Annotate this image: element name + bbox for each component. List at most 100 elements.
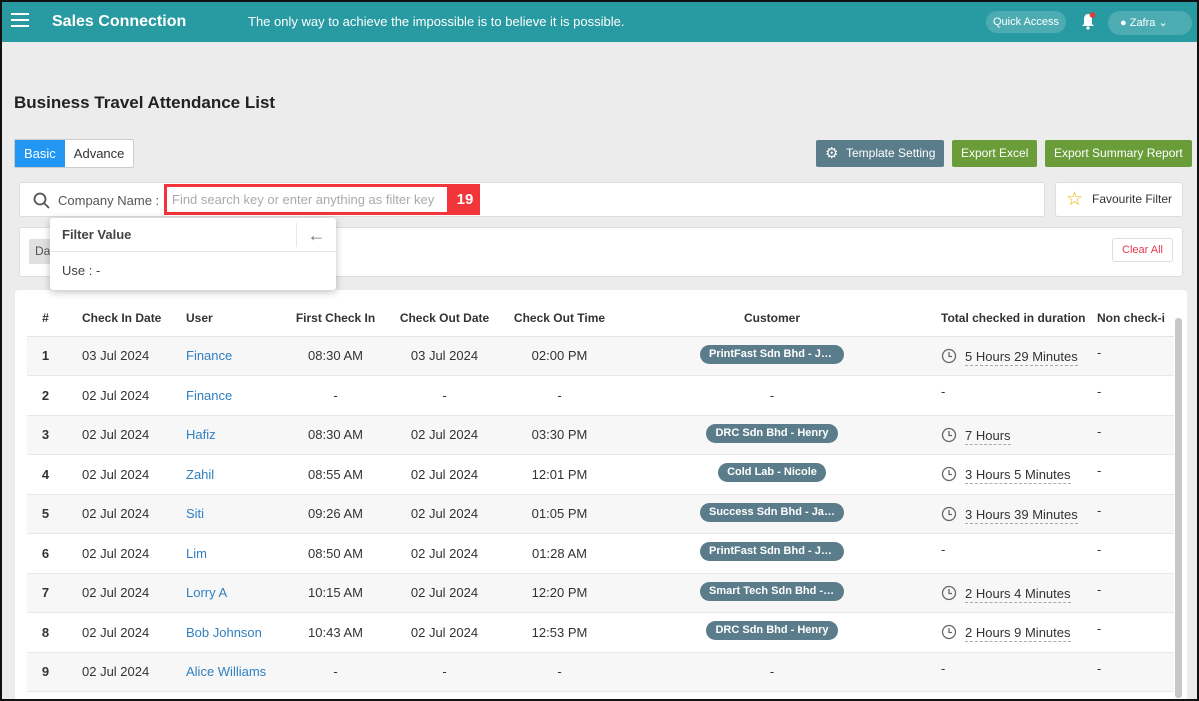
user-link[interactable]: Alice Williams bbox=[186, 664, 266, 679]
cell-value: 08:30 AM bbox=[308, 427, 363, 443]
cell-2: Alice Williams bbox=[174, 652, 284, 692]
cell-value: 02 Jul 2024 bbox=[410, 545, 479, 561]
cell-value: 2 bbox=[41, 387, 50, 403]
column-header[interactable]: Check Out Date bbox=[387, 300, 502, 337]
cell-6: Success Sdn Bhd - Jam... bbox=[617, 494, 927, 534]
column-header[interactable]: Non check-i bbox=[1092, 300, 1174, 337]
cell-8: - bbox=[1092, 612, 1174, 653]
cell-7: 5 Hours 29 Minutes bbox=[927, 336, 1092, 376]
template-setting-button[interactable]: ⚙ Template Setting bbox=[816, 140, 945, 167]
arrow-left-icon[interactable]: ← bbox=[296, 223, 336, 247]
table-row[interactable]: 2 02 Jul 2024 Finance - - - - - - bbox=[27, 375, 1174, 416]
table-row[interactable]: 4 02 Jul 2024 Zahil 08:55 AM 02 Jul 2024 12:0… bbox=[27, 454, 1174, 495]
cell-value: 08:50 AM bbox=[308, 545, 363, 561]
customer-badge: PrintFast Sdn Bhd - Joh... bbox=[700, 344, 844, 364]
app-title[interactable]: Sales Connection bbox=[52, 13, 186, 31]
cell-8: - bbox=[1092, 375, 1174, 416]
cell-7: 3 Hours 39 Minutes bbox=[927, 494, 1092, 534]
table-row[interactable]: 6 02 Jul 2024 Lim 08:50 AM 02 Jul 2024 01:28 … bbox=[27, 533, 1174, 574]
user-link[interactable]: Hafiz bbox=[186, 427, 216, 442]
cell-4: 02 Jul 2024 bbox=[387, 415, 502, 455]
cell-2: Bob Johnson bbox=[174, 612, 284, 653]
cell-6: Smart Tech Sdn Bhd - J... bbox=[617, 573, 927, 613]
table-row[interactable]: 8 02 Jul 2024 Bob Johnson 10:43 AM 02 Jul 20… bbox=[27, 612, 1174, 653]
column-header[interactable]: Total checked in duration bbox=[927, 300, 1092, 337]
cell-value: 02 Jul 2024 bbox=[410, 506, 479, 522]
column-header[interactable]: Check Out Time bbox=[502, 300, 617, 337]
cell-value: 02 Jul 2024 bbox=[82, 506, 150, 522]
search-input[interactable]: Find search key or enter anything as fil… bbox=[164, 184, 450, 215]
tab-advance[interactable]: Advance bbox=[65, 140, 134, 167]
cell-value: - bbox=[1097, 502, 1102, 518]
cell-2: Lorry A bbox=[174, 573, 284, 613]
column-header[interactable]: User bbox=[174, 300, 284, 337]
chevron-down-icon: ⌄ bbox=[1158, 17, 1168, 29]
vertical-scrollbar[interactable] bbox=[1175, 318, 1182, 698]
page-title: Business Travel Attendance List bbox=[14, 93, 276, 112]
user-link[interactable]: Siti bbox=[186, 506, 204, 521]
user-link[interactable]: Bob Johnson bbox=[186, 625, 262, 640]
cell-6: PrintFast Sdn Bhd - Joh... bbox=[617, 336, 927, 376]
cell-value: 8 bbox=[41, 624, 50, 640]
clear-all-button[interactable]: Clear All bbox=[1112, 238, 1173, 262]
user-link[interactable]: Lim bbox=[186, 546, 207, 561]
table-row[interactable]: 3 02 Jul 2024 Hafiz 08:30 AM 02 Jul 2024 03:3… bbox=[27, 415, 1174, 455]
gear-icon: ⚙ bbox=[825, 145, 839, 162]
column-header[interactable]: Customer bbox=[617, 300, 927, 337]
cell-3: 08:55 AM bbox=[284, 454, 387, 495]
cell-value: 7 Hours bbox=[965, 427, 1011, 445]
cell-8: - bbox=[1092, 336, 1174, 376]
cell-value: - bbox=[941, 542, 946, 557]
star-icon: ☆ bbox=[1066, 189, 1084, 210]
user-link[interactable]: Lorry A bbox=[186, 585, 227, 600]
cell-1: 02 Jul 2024 bbox=[64, 612, 174, 653]
cell-value: 6 bbox=[41, 545, 50, 561]
column-header[interactable]: First Check In bbox=[284, 300, 387, 337]
cell-5: 02:00 PM bbox=[502, 336, 617, 376]
favourite-filter-label: Favourite Filter bbox=[1092, 192, 1173, 206]
column-header[interactable]: Check In Date bbox=[64, 300, 174, 337]
user-menu[interactable]: ● Zafra ⌄ bbox=[1108, 11, 1192, 35]
cell-value: - bbox=[333, 387, 338, 403]
table-row[interactable]: 5 02 Jul 2024 Siti 09:26 AM 02 Jul 2024 01:05… bbox=[27, 494, 1174, 534]
table-row[interactable]: 7 02 Jul 2024 Lorry A 10:15 AM 02 Jul 2024 12… bbox=[27, 573, 1174, 613]
column-header[interactable]: # bbox=[27, 300, 64, 337]
cell-7: - bbox=[927, 652, 1092, 692]
customer-badge: PrintFast Sdn Bhd - Joh... bbox=[700, 542, 844, 562]
cell-value: 10:43 AM bbox=[308, 624, 363, 640]
cell-value: 9 bbox=[41, 664, 50, 680]
cell-8: - bbox=[1092, 415, 1174, 455]
cell-value: 4 bbox=[41, 466, 50, 482]
table-row[interactable]: 9 02 Jul 2024 Alice Williams - - - - - - bbox=[27, 652, 1174, 692]
cell-value: - bbox=[557, 664, 562, 680]
cell-value: - bbox=[769, 664, 775, 680]
cell-5: 12:01 PM bbox=[502, 454, 617, 495]
bell-icon[interactable] bbox=[1081, 12, 1095, 30]
cell-8: - bbox=[1092, 494, 1174, 534]
quick-access-button[interactable]: Quick Access bbox=[986, 11, 1067, 33]
cell-8: - bbox=[1092, 573, 1174, 613]
export-excel-button[interactable]: Export Excel bbox=[952, 140, 1038, 167]
cell-value: 08:55 AM bbox=[308, 466, 363, 482]
cell-7: 7 Hours bbox=[927, 415, 1092, 455]
cell-4: 02 Jul 2024 bbox=[387, 533, 502, 574]
search-bar: Company Name : Find search key or enter … bbox=[19, 182, 1045, 217]
customer-badge: Cold Lab - Nicole bbox=[718, 463, 826, 483]
hamburger-menu-icon[interactable] bbox=[11, 13, 29, 27]
cell-1: 02 Jul 2024 bbox=[64, 454, 174, 495]
filter-value-option[interactable]: Use : - bbox=[50, 252, 336, 289]
tab-basic[interactable]: Basic bbox=[15, 140, 65, 167]
favourite-filter-button[interactable]: ☆ Favourite Filter bbox=[1055, 182, 1183, 217]
cell-value: 03:30 PM bbox=[531, 427, 588, 443]
user-link[interactable]: Zahil bbox=[186, 467, 214, 482]
cell-7: 3 Hours 5 Minutes bbox=[927, 454, 1092, 495]
cell-value: - bbox=[1097, 660, 1102, 676]
cell-value: 01:05 PM bbox=[531, 506, 588, 522]
cell-value: 02 Jul 2024 bbox=[82, 585, 150, 601]
user-link[interactable]: Finance bbox=[186, 388, 232, 403]
export-summary-report-button[interactable]: Export Summary Report bbox=[1045, 140, 1192, 167]
user-link[interactable]: Finance bbox=[186, 348, 232, 363]
cell-4: 02 Jul 2024 bbox=[387, 454, 502, 495]
user-icon: ● bbox=[1120, 17, 1127, 29]
table-row[interactable]: 1 03 Jul 2024 Finance 08:30 AM 03 Jul 2024 02… bbox=[27, 336, 1174, 376]
